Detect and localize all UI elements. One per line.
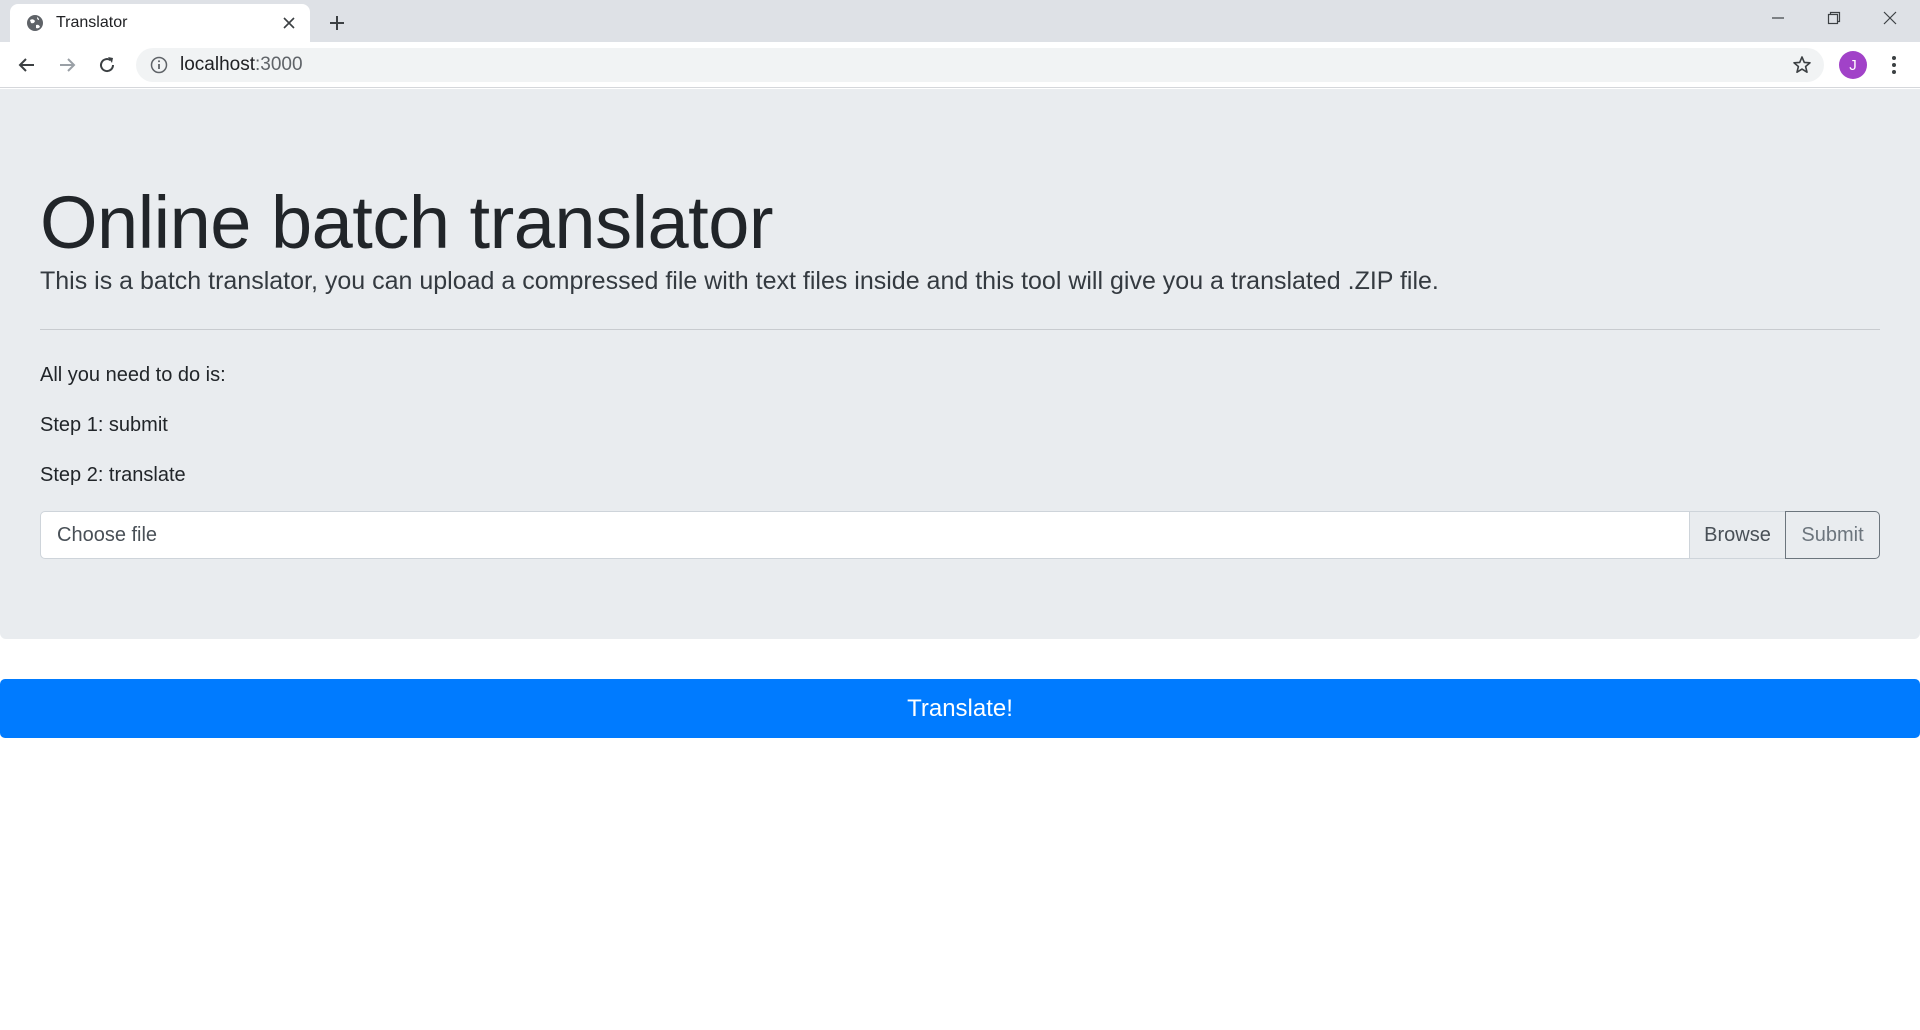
browser-tab[interactable]: Translator [10, 4, 310, 42]
jumbotron: Online batch translator This is a batch … [0, 89, 1920, 639]
close-icon[interactable] [278, 12, 300, 34]
globe-icon [26, 14, 44, 32]
submit-button[interactable]: Submit [1785, 511, 1880, 559]
url-port: :3000 [255, 54, 303, 75]
step-2-text: Step 2: translate [40, 464, 186, 486]
intro-text: All you need to do is: [40, 364, 226, 386]
translate-button[interactable]: Translate! [0, 679, 1920, 738]
lead-text: This is a batch translator, you can uplo… [40, 267, 1439, 295]
file-upload-group: Choose file Browse Submit [40, 511, 1880, 559]
restore-button[interactable] [1806, 0, 1862, 36]
file-input[interactable]: Choose file [40, 511, 1689, 559]
reload-icon [100, 57, 115, 73]
back-button[interactable] [11, 49, 43, 81]
avatar[interactable]: J [1839, 51, 1867, 79]
page-title: Online batch translator [40, 181, 774, 264]
arrow-left-icon [18, 58, 34, 72]
browser-toolbar: localhost:3000 [0, 42, 1920, 88]
browser-menu-button[interactable] [1878, 49, 1910, 81]
forward-button[interactable] [51, 49, 83, 81]
kebab-menu-icon [1892, 56, 1896, 74]
plus-icon [330, 16, 344, 30]
info-icon[interactable] [150, 56, 168, 74]
arrow-right-icon [60, 58, 76, 72]
divider [40, 329, 1880, 330]
window-close-button[interactable] [1862, 0, 1918, 36]
restore-icon [1827, 11, 1841, 25]
new-tab-button[interactable] [322, 8, 352, 38]
tab-strip: Translator [0, 0, 1920, 42]
url-text: localhost:3000 [180, 54, 303, 76]
minimize-button[interactable] [1750, 0, 1806, 36]
bookmark-button[interactable] [1786, 49, 1818, 81]
close-icon [1883, 11, 1897, 25]
tab-title: Translator [56, 14, 128, 31]
browse-button[interactable]: Browse [1689, 511, 1785, 559]
url-host: localhost [180, 54, 255, 75]
step-1-text: Step 1: submit [40, 414, 168, 436]
star-icon [1793, 56, 1811, 73]
address-bar[interactable]: localhost:3000 [136, 48, 1824, 82]
reload-button[interactable] [91, 49, 123, 81]
minimize-icon [1772, 17, 1784, 19]
